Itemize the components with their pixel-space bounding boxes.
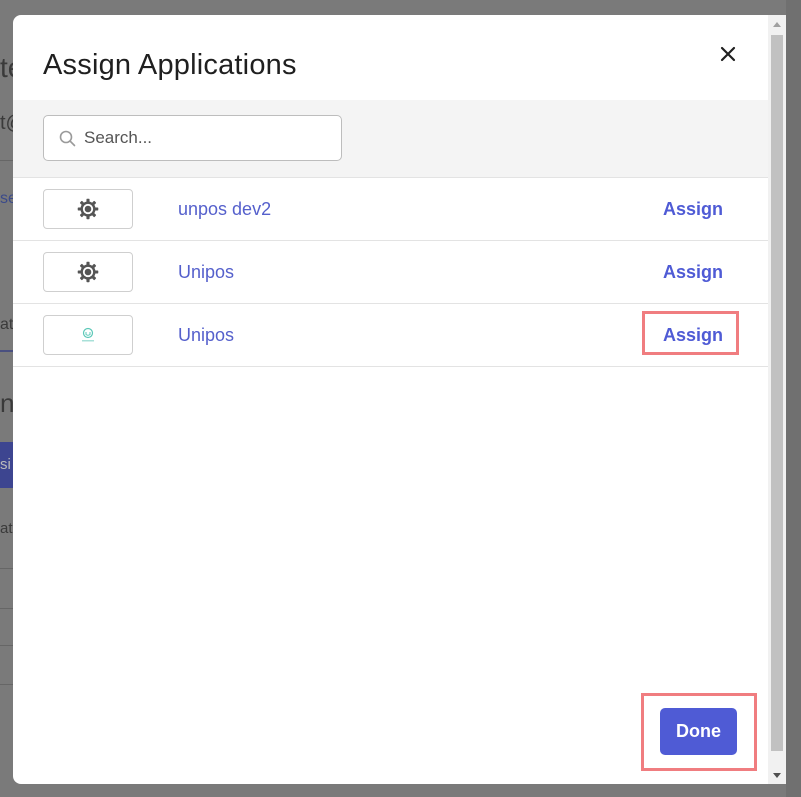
assign-applications-modal: Assign Applications Search... unpos dev2… [13, 15, 768, 784]
background-edge [786, 0, 801, 797]
app-name[interactable]: Unipos [178, 325, 234, 346]
background-divider [0, 160, 13, 161]
arrow-down-icon [773, 772, 781, 778]
background-divider [0, 684, 13, 685]
arrow-up-icon [773, 21, 781, 27]
app-icon-box [43, 315, 133, 355]
modal-title: Assign Applications [43, 49, 297, 81]
unipos-logo-icon [82, 327, 94, 342]
background-divider [0, 350, 13, 352]
scroll-up-button[interactable] [768, 15, 786, 32]
application-list: unpos dev2 Assign Unipos Assign Unipos A… [13, 178, 768, 367]
scrollbar-thumb[interactable] [771, 35, 783, 751]
search-input[interactable] [84, 128, 324, 148]
gear-icon [77, 261, 99, 283]
search-box[interactable] [43, 115, 342, 161]
list-item: Unipos Assign [13, 241, 768, 304]
app-icon-box [43, 189, 133, 229]
background-text: si [0, 456, 11, 473]
search-icon [59, 130, 76, 147]
list-item: Unipos Assign [13, 304, 768, 367]
scrollbar[interactable] [768, 15, 786, 784]
app-name[interactable]: unpos dev2 [178, 199, 271, 220]
app-icon-box [43, 252, 133, 292]
background-divider [0, 645, 13, 646]
scroll-down-button[interactable] [768, 767, 786, 784]
background-text: at [0, 520, 13, 537]
assign-button[interactable]: Assign [663, 199, 723, 220]
background-divider [0, 608, 13, 609]
assign-highlight-box [642, 311, 739, 355]
list-item: unpos dev2 Assign [13, 178, 768, 241]
background-divider [0, 568, 13, 569]
close-icon [720, 46, 736, 62]
background-text: at [0, 316, 14, 333]
search-bar [13, 100, 768, 178]
close-button[interactable] [713, 39, 743, 69]
assign-button[interactable]: Assign [663, 262, 723, 283]
done-highlight-box [641, 693, 757, 771]
app-name[interactable]: Unipos [178, 262, 234, 283]
gear-icon [77, 198, 99, 220]
